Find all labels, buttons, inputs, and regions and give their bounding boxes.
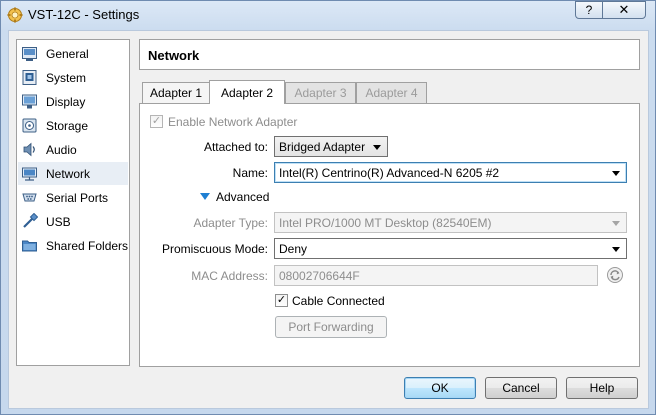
settings-window: VST-12C - Settings ? ✕ General System Di… [0, 0, 656, 415]
title-bar[interactable]: VST-12C - Settings ? ✕ [1, 1, 655, 29]
display-icon [22, 94, 37, 109]
sidebar-item-label: Storage [46, 118, 89, 133]
title-help-button[interactable]: ? [575, 1, 603, 19]
adapter-type-select[interactable]: Intel PRO/1000 MT Desktop (82540EM) [274, 212, 627, 233]
tab-adapter-4[interactable]: Adapter 4 [356, 82, 427, 103]
name-label: Name: [232, 166, 268, 180]
close-icon: ✕ [618, 2, 630, 17]
enable-network-adapter-checkbox[interactable]: ✓ [150, 115, 163, 128]
sidebar-item-storage[interactable]: Storage [18, 114, 128, 137]
promiscuous-mode-value: Deny [279, 241, 308, 256]
sidebar-item-label: Display [46, 94, 86, 109]
page-title: Network [139, 39, 640, 70]
sidebar-item-display[interactable]: Display [18, 90, 128, 113]
adapter-settings-panel: ✓ Enable Network Adapter Attached to: Br… [139, 103, 640, 367]
tab-adapter-1[interactable]: Adapter 1 [142, 82, 210, 103]
promiscuous-mode-select[interactable]: Deny [274, 238, 627, 259]
ok-button[interactable]: OK [404, 377, 476, 399]
check-icon: ✓ [276, 294, 287, 306]
sidebar-item-system[interactable]: System [18, 66, 128, 89]
serial-ports-icon [22, 193, 37, 202]
dialog-client-area: General System Display Storage Audio Net… [8, 30, 649, 409]
sidebar-item-general[interactable]: General [18, 42, 128, 65]
audio-icon [23, 142, 35, 157]
virtualbox-app-icon [7, 7, 23, 23]
help-icon: ? [585, 3, 593, 17]
tab-adapter-3[interactable]: Adapter 3 [285, 82, 356, 103]
adapter-type-label: Adapter Type: [193, 216, 269, 230]
tab-adapter-2[interactable]: Adapter 2 [209, 80, 285, 104]
title-close-button[interactable]: ✕ [602, 1, 646, 19]
window-title: VST-12C - Settings [28, 7, 140, 22]
network-icon [22, 167, 37, 181]
shared-folders-icon [22, 240, 37, 252]
mac-address-value: 08002706644F [279, 268, 360, 283]
sidebar-item-network[interactable]: Network [18, 162, 128, 185]
sidebar-item-label: Shared Folders [46, 238, 129, 253]
sidebar-item-label: Audio [46, 142, 77, 157]
sidebar-item-label: Serial Ports [46, 190, 109, 205]
promiscuous-mode-label: Promiscuous Mode: [161, 242, 268, 256]
chevron-down-icon [612, 171, 620, 176]
mac-address-field[interactable]: 08002706644F [274, 265, 598, 286]
sidebar-item-serial-ports[interactable]: Serial Ports [18, 186, 128, 209]
check-icon: ✓ [151, 115, 162, 127]
sidebar-item-label: General [46, 46, 89, 61]
adapter-type-value: Intel PRO/1000 MT Desktop (82540EM) [279, 215, 492, 230]
attached-to-label: Attached to: [203, 140, 268, 154]
chevron-down-icon [612, 221, 620, 226]
attached-to-value: Bridged Adapter [279, 139, 366, 154]
sidebar-item-audio[interactable]: Audio [18, 138, 128, 161]
cable-connected-label: Cable Connected [292, 294, 385, 308]
adapter-name-select[interactable]: Intel(R) Centrino(R) Advanced-N 6205 #2 [274, 162, 627, 183]
cancel-button[interactable]: Cancel [485, 377, 557, 399]
sidebar-item-usb[interactable]: USB [18, 210, 128, 233]
enable-network-adapter-label: Enable Network Adapter [168, 115, 298, 129]
cable-connected-checkbox[interactable]: ✓ [275, 294, 288, 307]
adapter-name-value: Intel(R) Centrino(R) Advanced-N 6205 #2 [279, 165, 500, 180]
sidebar-item-label: Network [46, 166, 91, 181]
usb-icon [23, 213, 38, 228]
refresh-mac-icon[interactable] [606, 266, 624, 284]
attached-to-select[interactable]: Bridged Adapter [274, 136, 388, 157]
general-icon [22, 47, 37, 61]
sidebar-item-label: USB [46, 214, 71, 229]
advanced-expand-triangle-icon[interactable] [200, 193, 210, 200]
port-forwarding-button[interactable]: Port Forwarding [275, 316, 387, 338]
help-button[interactable]: Help [566, 377, 638, 399]
sidebar-item-shared-folders[interactable]: Shared Folders [18, 234, 128, 257]
sidebar-item-label: System [46, 70, 87, 85]
system-icon [22, 70, 37, 85]
advanced-toggle-label[interactable]: Advanced [216, 190, 269, 204]
settings-category-list: General System Display Storage Audio Net… [16, 39, 130, 366]
chevron-down-icon [373, 145, 381, 150]
chevron-down-icon [612, 247, 620, 252]
mac-address-label: MAC Address: [191, 269, 268, 283]
storage-icon [22, 118, 37, 133]
